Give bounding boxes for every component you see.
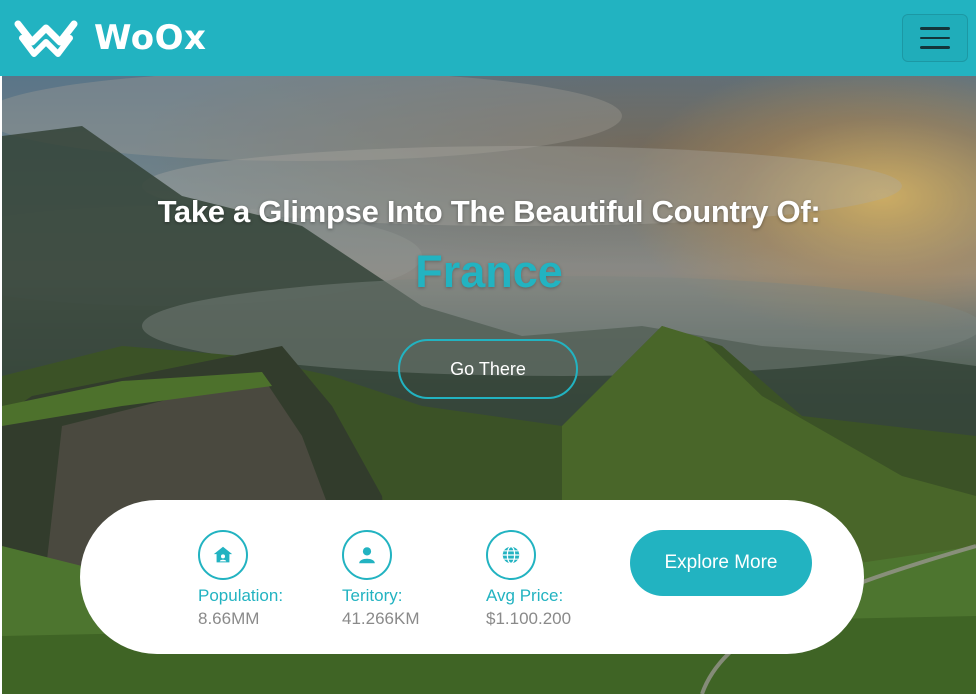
hero-country-name: France [415, 246, 563, 297]
menu-toggle-button[interactable] [902, 14, 968, 62]
hamburger-menu-icon-bar [920, 46, 950, 49]
stat-avg-price: Avg Price: $1.100.200 [486, 530, 616, 629]
stat-territory: Teritory: 41.266KM [342, 530, 472, 629]
stat-label: Population: [198, 586, 284, 605]
stat-label: Teritory: [342, 586, 403, 605]
stat-value: 41.266KM [342, 609, 420, 628]
logo[interactable]: WoOx [14, 16, 206, 60]
user-icon [342, 530, 392, 580]
double-chevron-logo-icon [14, 20, 78, 57]
stat-value: 8.66MM [198, 609, 260, 628]
brand-name: WoOx [94, 18, 207, 58]
stat-value: $1.100.200 [486, 609, 572, 628]
globe-icon [486, 530, 536, 580]
hamburger-menu-icon-bar [920, 36, 950, 40]
country-info-card: Population: 8.66MM Teritory: 41.266KM Av… [80, 500, 864, 654]
hamburger-menu-icon [920, 27, 950, 30]
explore-more-button[interactable]: Explore More [630, 530, 812, 596]
home-icon [198, 530, 248, 580]
top-navbar: WoOx [0, 0, 976, 76]
go-there-button[interactable]: Go There [398, 339, 578, 399]
stat-label: Avg Price: [486, 586, 564, 605]
hero-headline: Take a Glimpse Into The Beautiful Countr… [157, 194, 821, 229]
stat-population: Population: 8.66MM [198, 530, 328, 629]
